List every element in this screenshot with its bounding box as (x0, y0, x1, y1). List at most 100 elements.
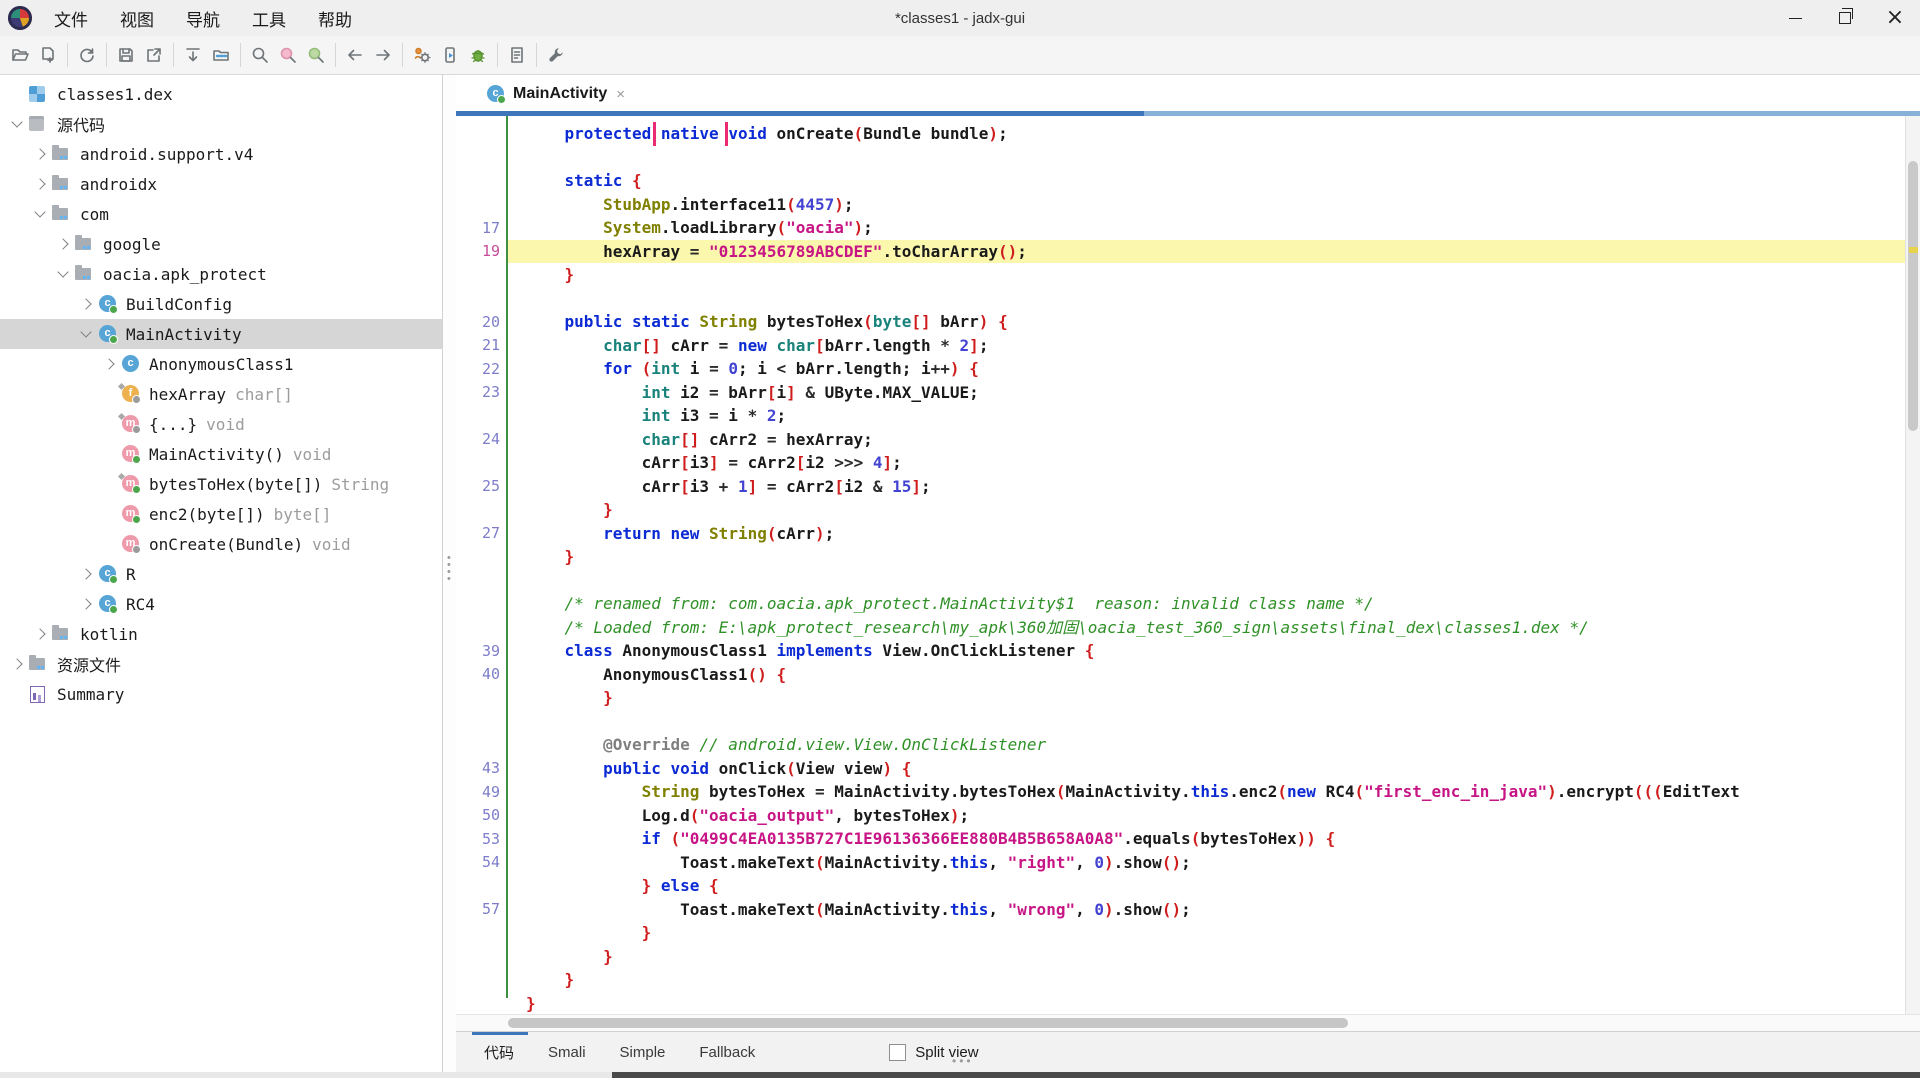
tree-item-mainactivity[interactable]: c MainActivity (0, 319, 442, 349)
code-line-text: } (526, 993, 536, 1013)
tree-item-rc4[interactable]: c RC4 (0, 589, 442, 619)
chevron-closed-icon[interactable] (31, 146, 48, 163)
save-icon[interactable] (112, 42, 140, 68)
chevron-closed-icon[interactable] (77, 296, 94, 313)
bottom-scroll-strip[interactable] (0, 1072, 1920, 1078)
code-area[interactable]: protected native void onCreate(Bundle bu… (456, 116, 1920, 1014)
search-comment-icon[interactable] (302, 42, 330, 68)
code-line: 22 for (int i = 0; i < bArr.length; i++)… (456, 357, 1906, 381)
code-line: 40 AnonymousClass1() { (456, 663, 1906, 687)
chevron-closed-icon[interactable] (100, 356, 117, 373)
chevron-closed-icon[interactable] (8, 656, 25, 673)
tree-item-type-suffix: char[] (235, 384, 293, 404)
tree-item-com[interactable]: com (0, 199, 442, 229)
tree-item-oacia-apk-protect[interactable]: oacia.apk_protect (0, 259, 442, 289)
vertical-scrollbar[interactable] (1905, 116, 1920, 1014)
tree-item-anonymousclass1[interactable]: c AnonymousClass1 (0, 349, 442, 379)
toolbar-separator (497, 43, 498, 67)
code-line: StubApp.interface11(4457); (456, 193, 1906, 217)
debug-icon[interactable] (464, 42, 492, 68)
tree-item-summary[interactable]: Summary (0, 679, 442, 709)
toolbar-separator (106, 43, 107, 67)
tree-item--[interactable]: 源代码 (0, 109, 442, 139)
tree-item--[interactable]: m {...} void (0, 409, 442, 439)
menu-item-2[interactable]: 导航 (174, 0, 232, 37)
tree-item-kotlin[interactable]: kotlin (0, 619, 442, 649)
chevron-closed-icon[interactable] (31, 626, 48, 643)
code-line-text: /* Loaded from: E:\apk_protect_research\… (564, 617, 1589, 637)
tree-item-buildconfig[interactable]: c BuildConfig (0, 289, 442, 319)
close-button[interactable]: × (1870, 0, 1920, 36)
code-line: 19 hexArray = "0123456789ABCDEF".toCharA… (456, 239, 1906, 263)
menu-item-3[interactable]: 工具 (240, 0, 298, 37)
view-tab-smali[interactable]: Smali (548, 1044, 586, 1061)
chevron-open-icon[interactable] (77, 326, 94, 343)
vertical-scrollbar-thumb[interactable] (1908, 161, 1918, 431)
log-icon[interactable] (503, 42, 531, 68)
tree-item-androidx[interactable]: androidx (0, 169, 442, 199)
packages-icon[interactable] (207, 42, 235, 68)
menu-item-0[interactable]: 文件 (42, 0, 100, 37)
code-line-text: } (564, 265, 575, 284)
forward-icon[interactable] (369, 42, 397, 68)
split-view-checkbox[interactable] (889, 1043, 907, 1061)
search-icon[interactable] (246, 42, 274, 68)
menu-item-1[interactable]: 视图 (108, 0, 166, 37)
chevron-open-icon[interactable] (31, 206, 48, 223)
dock-icon[interactable] (179, 42, 207, 68)
tree-item-mainactivity-[interactable]: m MainActivity() void (0, 439, 442, 469)
panel-splitter[interactable]: • • • • (443, 75, 456, 1072)
line-number: 25 (481, 477, 500, 496)
view-tab-simple[interactable]: Simple (620, 1044, 666, 1061)
toolbar (0, 36, 1920, 75)
tab-mainactivity[interactable]: c MainActivity × (478, 79, 637, 111)
chevron-open-icon[interactable] (54, 266, 71, 283)
tab-close-icon[interactable]: × (614, 86, 627, 103)
code-line-text: static { (564, 171, 642, 190)
tree-item-enc2-byte-[interactable]: m enc2(byte[]) byte[] (0, 499, 442, 529)
code-line: protected native void onCreate(Bundle bu… (456, 122, 1906, 146)
line-number: 24 (481, 430, 500, 449)
deobfuscation-icon[interactable] (408, 42, 436, 68)
view-tab-fallback[interactable]: Fallback (699, 1044, 755, 1061)
line-number: 43 (481, 759, 500, 778)
preferences-icon[interactable] (542, 42, 570, 68)
chevron-closed-icon[interactable] (77, 566, 94, 583)
code-line: 21 char[] cArr = new char[bArr.length * … (456, 334, 1906, 358)
tree-item-type-suffix: byte[] (273, 504, 332, 524)
chevron-closed-icon[interactable] (77, 596, 94, 613)
back-icon[interactable] (341, 42, 369, 68)
code-line-text: cArr[i3 + 1] = cArr2[i2 & 15]; (526, 476, 931, 496)
open-icon[interactable] (6, 42, 34, 68)
tree-item-label: hexArray (149, 384, 227, 404)
refresh-icon[interactable] (73, 42, 101, 68)
menu-item-4[interactable]: 帮助 (306, 0, 364, 37)
tree-item--[interactable]: 资源文件 (0, 649, 442, 679)
tree-item-hexarray[interactable]: f hexArray char[] (0, 379, 442, 409)
add-files-icon[interactable] (34, 42, 62, 68)
export-icon[interactable] (140, 42, 168, 68)
minimize-button[interactable] (1770, 0, 1820, 36)
tree-item-r[interactable]: cR (0, 559, 442, 589)
device-icon[interactable] (436, 42, 464, 68)
package-tree-panel: classes1.dex 源代码 android.support.v4 android… (0, 75, 443, 1072)
search-class-icon[interactable] (274, 42, 302, 68)
tree-item-label: oacia.apk_protect (103, 264, 267, 284)
restore-button[interactable] (1820, 0, 1870, 36)
view-tab-code[interactable]: 代码 (484, 1042, 514, 1063)
horizontal-scrollbar[interactable] (456, 1014, 1920, 1031)
tree-item-google[interactable]: google (0, 229, 442, 259)
chevron-open-icon[interactable] (8, 116, 25, 133)
chevron-closed-icon[interactable] (31, 176, 48, 193)
tree-item-bytestohex-byte-[interactable]: m bytesToHex(byte[]) String (0, 469, 442, 499)
drag-handle-icon[interactable]: ••• (952, 1054, 974, 1068)
tree-item-oncreate-bundle-[interactable]: m onCreate(Bundle) void (0, 529, 442, 559)
tree-item-label: MainActivity (126, 324, 242, 344)
tree-item-classes1-dex[interactable]: classes1.dex (0, 79, 442, 109)
chevron-closed-icon[interactable] (54, 236, 71, 253)
class-icon: c (98, 295, 118, 314)
tree-item-android-support-v4[interactable]: android.support.v4 (0, 139, 442, 169)
horizontal-scrollbar-thumb[interactable] (508, 1018, 1348, 1028)
